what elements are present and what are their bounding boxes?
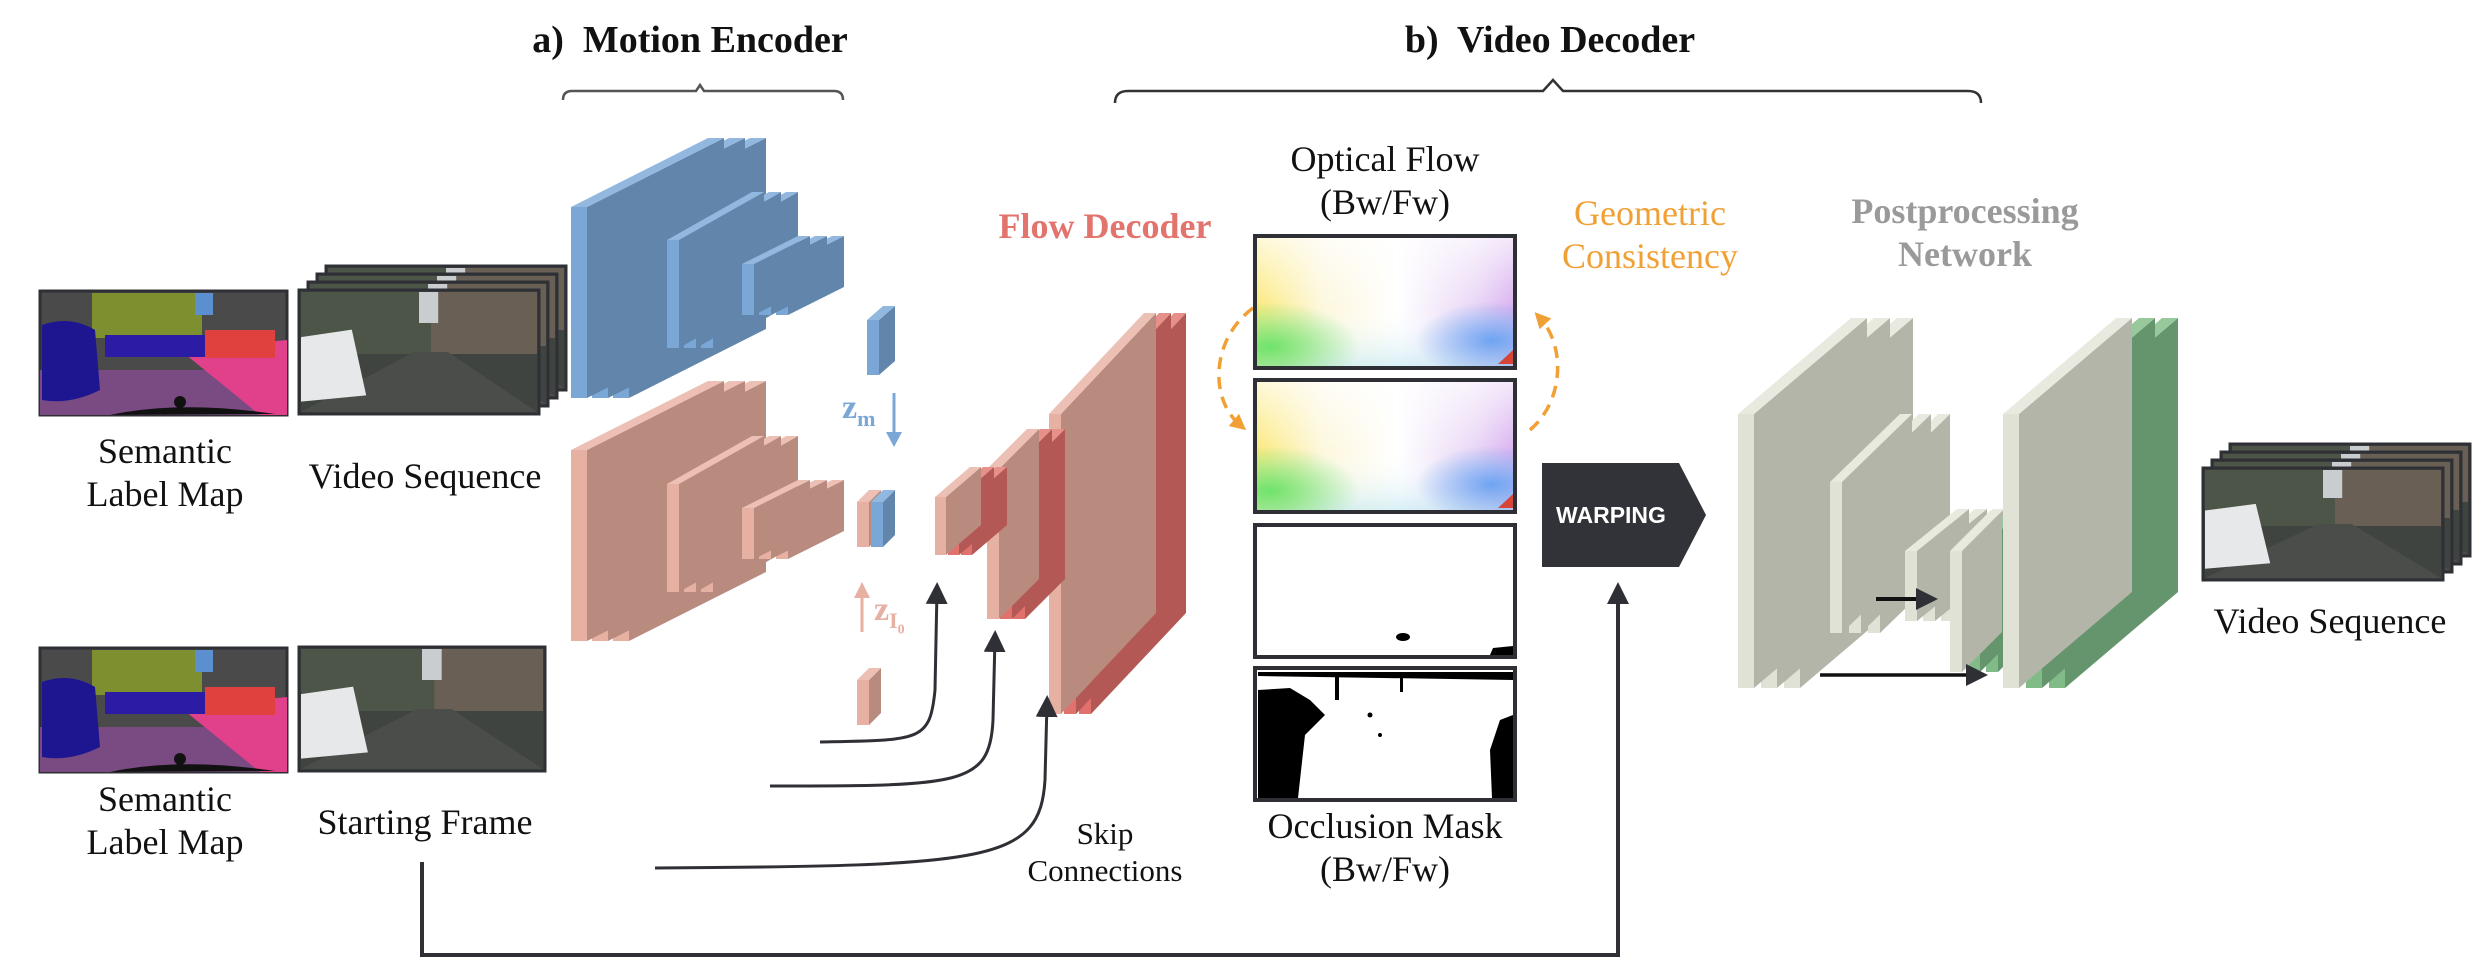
occlusion-mask-line2: (Bw/Fw)	[1319, 849, 1450, 890]
post-encoder-small-slab-0-front	[1905, 551, 1917, 621]
motion-encoder-blue-layers	[571, 138, 844, 398]
latent-zm-block-front	[867, 320, 879, 375]
warping-label: WARPING	[1556, 501, 1666, 528]
semantic-bottom-line2: Label Map	[86, 822, 244, 863]
video-decoder-bracket	[1113, 78, 1983, 104]
video-sequence-input-label: Video Sequence	[308, 456, 542, 496]
geometric-consistency-arrow-right	[1528, 312, 1560, 432]
geometric-consistency-line1: Geometric	[1574, 193, 1726, 233]
semantic-label-map-top	[38, 289, 289, 417]
semantic-top-line2: Label Map	[86, 474, 244, 515]
postprocessing-network-label: Postprocessing Network	[1815, 190, 2115, 276]
motion-encoder-pink-layers	[571, 381, 844, 641]
latent-concat-pink-front	[857, 502, 869, 547]
geometric-consistency-line2: Consistency	[1562, 236, 1738, 277]
output-frame-0-sky	[2323, 470, 2343, 498]
skip-connections-label: Skip Connections	[1000, 815, 1210, 889]
z-i0-sub-zero: 0	[897, 622, 905, 638]
z-m-symbol: z	[842, 389, 858, 426]
video-decoder-title: b) Video Decoder	[1404, 19, 1696, 61]
post-decoder-mid-slab-0-front	[1950, 551, 1962, 672]
skip-connection-2	[769, 630, 1006, 788]
optical-flow-forward-image	[1253, 378, 1517, 514]
occlusion-mask-label: Occlusion Mask (Bw/Fw)	[1235, 805, 1535, 891]
occlusion-mask-line1: Occlusion Mask	[1267, 806, 1503, 846]
encoder-blue-small-slab-0-front	[742, 264, 754, 315]
geometric-consistency-label: Geometric Consistency	[1535, 192, 1765, 278]
optical-flow-backward-image	[1253, 234, 1517, 370]
postprocessing-network-layers	[1738, 318, 2178, 688]
semantic-label-map-bottom-label: Semantic Label Map	[40, 778, 290, 864]
starting-frame-label: Starting Frame	[317, 802, 533, 842]
semantic-bottom-line1: Semantic	[98, 779, 232, 819]
skip-connections-line2: Connections	[1027, 853, 1183, 889]
latent-zi0-block-front	[857, 680, 869, 725]
encoder-pink-small-slab-0-front	[742, 508, 754, 559]
z-i0-symbol: z	[874, 591, 890, 628]
input-frame-0-sky	[419, 292, 439, 323]
optical-flow-label-line2: (Bw/Fw)	[1319, 182, 1450, 223]
semantic-label-map-top-label: Semantic Label Map	[40, 430, 290, 516]
z-i0-sub-i: I	[889, 607, 898, 633]
z-i0-label: zI0	[874, 590, 934, 639]
video-sequence-input-stack	[297, 264, 568, 416]
z-m-label: zm	[842, 388, 892, 432]
post-decoder-large-slab-0-front	[2003, 414, 2019, 688]
occlusion-mask-forward-image	[1253, 666, 1517, 802]
video-sequence-output-label: Video Sequence	[2213, 601, 2447, 641]
post-encoder-large-slab-0-front	[1738, 414, 1754, 688]
z-i0-arrowhead	[854, 582, 870, 598]
flow-decoder-small-slab-0-front	[935, 497, 946, 555]
output-frame-0-buildings	[2335, 470, 2441, 526]
latent-blocks	[857, 306, 895, 725]
z-m-subscript: m	[857, 405, 876, 431]
semantic-label-map-bottom	[38, 646, 289, 774]
input-frame-0-buildings	[431, 292, 537, 354]
geometric-consistency-arrow-left	[1217, 306, 1255, 431]
postprocessing-line1: Postprocessing	[1851, 191, 2079, 231]
starting-frame-buildings	[434, 649, 543, 711]
z-i0-subscript: I0	[889, 607, 905, 637]
occlusion-mask-backward-image	[1253, 523, 1517, 659]
post-encoder-mid-slab-0-front	[1830, 482, 1842, 633]
flow-decoder-layers	[935, 313, 1186, 714]
motion-encoder-title: a) Motion Encoder	[532, 19, 848, 61]
starting-frame-sky	[422, 649, 442, 680]
z-m-arrowhead	[886, 432, 902, 447]
starting-frame-image	[297, 645, 547, 773]
encoder-blue-mid-slab-0-front	[667, 240, 679, 348]
encoder-blue-large-slab-0-front	[571, 207, 587, 398]
semantic-top-line1: Semantic	[98, 431, 232, 471]
motion-encoder-bracket	[561, 82, 845, 101]
latent-concat-blue-front	[871, 502, 883, 547]
skip-connections-line1: Skip	[1076, 816, 1134, 851]
postprocessing-line2: Network	[1898, 234, 2032, 275]
optical-flow-label-line1: Optical Flow	[1290, 139, 1480, 179]
flow-decoder-label: Flow Decoder	[998, 206, 1212, 246]
video-sequence-output-stack	[2201, 442, 2472, 582]
warping-label-box: WARPING	[1542, 463, 1706, 567]
optical-flow-label: Optical Flow (Bw/Fw)	[1250, 138, 1520, 224]
encoder-pink-large-slab-0-front	[571, 450, 587, 641]
encoder-pink-mid-slab-0-front	[667, 484, 679, 592]
